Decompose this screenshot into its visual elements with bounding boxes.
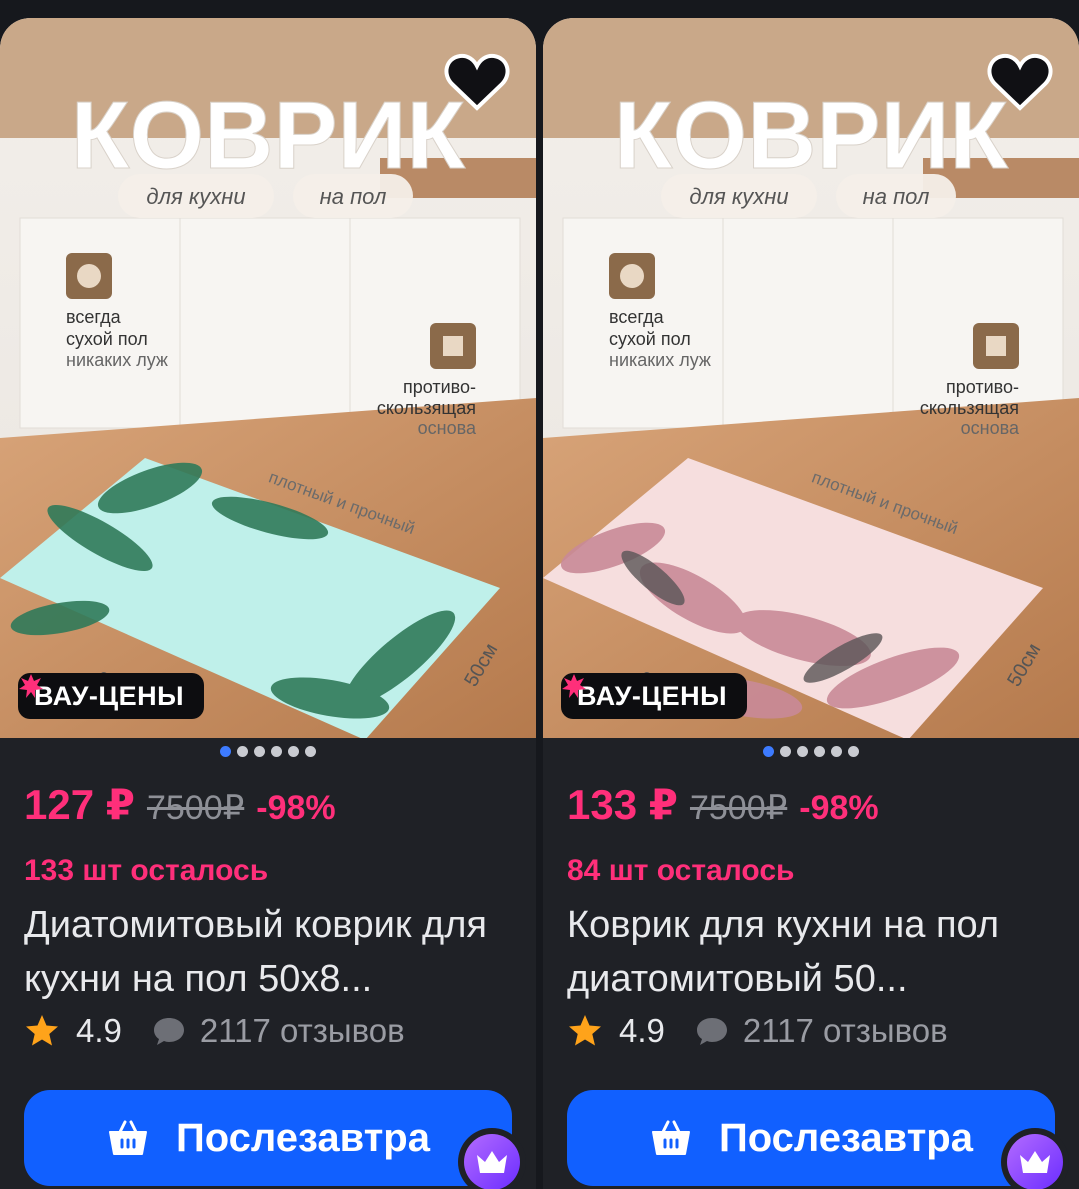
- image-tag: для кухни: [146, 184, 245, 209]
- carousel-dot[interactable]: [288, 746, 299, 757]
- burst-icon: [19, 674, 43, 698]
- rating-row: 4.9 2117 отзывов: [567, 1012, 948, 1050]
- favorite-heart-icon[interactable]: [442, 48, 512, 118]
- product-grid: КОВРИК для кухни на пол всегда сухой пол…: [0, 0, 1079, 1189]
- image-feature-text: скользящая: [920, 398, 1019, 418]
- buy-button-label: Послезавтра: [719, 1115, 973, 1160]
- product-title-text[interactable]: Коврик для кухни на пол диатомитовый 50.…: [567, 898, 1057, 1006]
- discount-badge: -98%: [256, 789, 336, 827]
- image-headline: КОВРИК: [614, 82, 1009, 189]
- carousel-dot[interactable]: [305, 746, 316, 757]
- delivery-add-to-cart-button[interactable]: Послезавтра: [24, 1090, 512, 1186]
- image-feature-text: сухой пол: [66, 329, 148, 349]
- product-image[interactable]: КОВРИК для кухни на пол всегда сухой пол…: [543, 18, 1079, 738]
- favorite-heart-icon[interactable]: [985, 48, 1055, 118]
- rating-row: 4.9 2117 отзывов: [24, 1012, 405, 1050]
- promo-badge-label: ВАУ-ЦЕНЫ: [577, 680, 728, 711]
- reviews-count: 2117 отзывов: [742, 1012, 948, 1049]
- basket-icon: [109, 1120, 148, 1155]
- star-icon: [569, 1015, 601, 1046]
- product-photo-illustration: КОВРИК для кухни на пол всегда сухой пол…: [543, 18, 1079, 738]
- image-feature-text: никаких луж: [66, 350, 168, 370]
- image-carousel-indicator[interactable]: [0, 746, 536, 757]
- current-price: 133 ₽: [567, 781, 678, 828]
- star-icon: [26, 1015, 58, 1046]
- image-feature-text: противо-: [946, 377, 1019, 397]
- carousel-dot[interactable]: [763, 746, 774, 757]
- product-image[interactable]: КОВРИК для кухни на пол всегда сухой пол…: [0, 18, 536, 738]
- stock-left: 133 шт осталось: [24, 854, 269, 887]
- promo-badge: ВАУ-ЦЕНЫ: [561, 673, 748, 719]
- carousel-dot[interactable]: [831, 746, 842, 757]
- carousel-dot[interactable]: [220, 746, 231, 757]
- image-feature-text: противо-: [403, 377, 476, 397]
- carousel-dot[interactable]: [814, 746, 825, 757]
- price-row: 133 ₽ 7500₽ -98%: [567, 780, 879, 829]
- carousel-dot[interactable]: [271, 746, 282, 757]
- comment-icon: [153, 1018, 184, 1045]
- buy-button-label: Послезавтра: [176, 1115, 430, 1160]
- delivery-add-to-cart-button[interactable]: Послезавтра: [567, 1090, 1055, 1186]
- carousel-dot[interactable]: [797, 746, 808, 757]
- image-feature-text: основа: [418, 418, 477, 438]
- comment-icon: [696, 1018, 727, 1045]
- old-price: 7500₽: [146, 789, 245, 827]
- crown-icon: [1020, 1151, 1050, 1173]
- image-tag: для кухни: [689, 184, 788, 209]
- image-feature-text: никаких луж: [609, 350, 711, 370]
- premium-crown-badge: [458, 1128, 526, 1189]
- product-photo-illustration: КОВРИК для кухни на пол всегда сухой пол…: [0, 18, 536, 738]
- discount-badge: -98%: [799, 789, 879, 827]
- carousel-dot[interactable]: [780, 746, 791, 757]
- price-row: 127 ₽ 7500₽ -98%: [24, 780, 336, 829]
- rating-value: 4.9: [619, 1012, 665, 1049]
- image-feature-text: всегда: [66, 307, 122, 327]
- image-tag: на пол: [320, 184, 387, 209]
- burst-icon: [562, 674, 586, 698]
- image-tag: на пол: [863, 184, 930, 209]
- promo-badge-label: ВАУ-ЦЕНЫ: [34, 680, 185, 711]
- stock-left: 84 шт осталось: [567, 854, 795, 887]
- carousel-dot[interactable]: [237, 746, 248, 757]
- image-feature-text: сухой пол: [609, 329, 691, 349]
- product-title[interactable]: Диатомитовый коврик для кухни на пол 50х…: [24, 898, 514, 1006]
- carousel-dot[interactable]: [254, 746, 265, 757]
- product-title-text[interactable]: Диатомитовый коврик для кухни на пол 50х…: [24, 898, 514, 1006]
- reviews-count: 2117 отзывов: [199, 1012, 405, 1049]
- image-feature-text: всегда: [609, 307, 665, 327]
- old-price: 7500₽: [689, 789, 788, 827]
- carousel-dot[interactable]: [848, 746, 859, 757]
- promo-badge: ВАУ-ЦЕНЫ: [18, 673, 205, 719]
- image-feature-text: основа: [961, 418, 1020, 438]
- image-carousel-indicator[interactable]: [543, 746, 1079, 757]
- crown-icon: [477, 1151, 507, 1173]
- current-price: 127 ₽: [24, 781, 135, 828]
- basket-icon: [652, 1120, 691, 1155]
- image-headline: КОВРИК: [71, 82, 466, 189]
- rating-value: 4.9: [76, 1012, 122, 1049]
- premium-crown-badge: [1001, 1128, 1069, 1189]
- product-card[interactable]: КОВРИК для кухни на пол всегда сухой пол…: [0, 18, 536, 1189]
- product-card[interactable]: КОВРИК для кухни на пол всегда сухой пол…: [543, 18, 1079, 1189]
- product-title[interactable]: Коврик для кухни на пол диатомитовый 50.…: [567, 898, 1057, 1006]
- image-feature-text: скользящая: [377, 398, 476, 418]
